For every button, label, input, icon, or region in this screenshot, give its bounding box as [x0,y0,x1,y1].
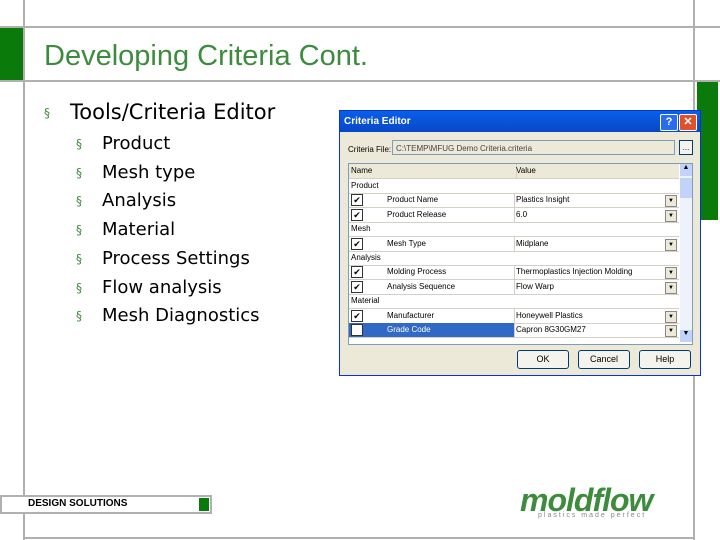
help-button[interactable]: Help [639,350,691,369]
criteria-value[interactable]: Honeywell Plastics [516,309,676,323]
sub-bullet: § Mesh type [76,162,195,183]
scroll-up-icon[interactable]: ▲ [680,164,692,176]
criteria-value[interactable]: 6.0 [516,208,676,222]
accent-block [0,28,23,80]
checkbox[interactable]: ✔ [351,208,363,221]
checkbox[interactable]: ✔ [351,309,363,322]
bullet-marker: § [76,251,82,266]
criteria-name: Grade Code [387,325,431,334]
dropdown-arrow-icon[interactable]: ▼ [665,281,677,294]
criteria-name: Molding Process [387,267,447,277]
checkbox[interactable]: ✔ [351,280,363,293]
criteria-value[interactable]: Capron 8G30GM27 [516,323,676,337]
bullet-text: Tools/Criteria Editor [70,100,276,124]
group-row[interactable]: Material [349,294,679,310]
criteria-name: Manufacturer [387,310,435,320]
criteria-grid: Name Value Product ✔ Product Name Plastics I… [348,163,693,345]
bullet-marker: § [76,165,82,180]
bullet-marker: § [44,106,50,120]
slide-title: Developing Criteria Cont. [44,40,368,72]
sub-bullet: § Mesh Diagnostics [76,305,260,326]
criteria-file-label: Criteria File: [348,145,392,154]
dropdown-arrow-icon[interactable]: ▼ [665,267,677,280]
browse-button[interactable]: ... [679,140,693,155]
footer-text: DESIGN SOLUTIONS [28,498,128,509]
criteria-row[interactable]: ✔ Product Release 6.0 ▼ [349,207,679,223]
footer-accent [199,498,209,511]
dropdown-arrow-icon[interactable]: ▼ [665,195,677,208]
group-label: Material [351,296,380,306]
group-row[interactable]: Mesh [349,222,679,238]
bullet-text: Analysis [102,190,177,212]
dialog-titlebar: Criteria Editor ? ✕ [340,111,700,132]
frame-line [0,80,720,82]
footer-box: DESIGN SOLUTIONS [0,495,212,514]
logo-tagline: plastics made perfect [538,512,647,519]
sub-bullet: § Process Settings [76,248,250,269]
sub-bullet: § Product [76,133,170,154]
scroll-thumb[interactable] [680,178,692,198]
col-name-header: Name [349,164,517,178]
criteria-row[interactable]: ✔ Analysis Sequence Flow Warp ▼ [349,279,679,295]
help-icon[interactable]: ? [660,114,678,131]
frame-line [23,537,695,539]
col-value-header: Value [516,166,536,175]
bullet-marker: § [76,280,82,295]
cancel-button[interactable]: Cancel [578,350,630,369]
dropdown-arrow-icon[interactable]: ▼ [665,209,677,222]
bullet-marker: § [76,137,82,151]
checkbox[interactable]: ✔ [351,237,363,250]
criteria-editor-dialog: Criteria Editor ? ✕ Criteria File: C:\TE… [339,110,701,376]
dropdown-arrow-icon[interactable]: ▼ [665,310,677,323]
group-row[interactable]: Analysis [349,251,679,266]
bullet-text: Mesh type [102,161,196,183]
bullet-marker: § [76,309,82,324]
grid-header: Name Value [349,164,679,179]
bullet-text: Material [102,219,176,241]
sub-bullet: § Analysis [76,190,176,211]
bullet-text: Process Settings [102,247,250,269]
criteria-value[interactable]: Plastics Insight [516,193,676,207]
criteria-file-field[interactable]: C:\TEMP\MFUG Demo Criteria.criteria [392,140,675,155]
dialog-title: Criteria Editor [344,116,411,127]
frame-line [0,26,720,28]
checkbox[interactable]: ✔ [351,266,363,279]
checkbox[interactable]: ✔ [351,194,363,207]
bullet-text: Product [102,133,171,154]
scrollbar[interactable]: ▲ ▼ [680,164,692,342]
criteria-value[interactable]: Thermoplastics Injection Molding [516,265,676,279]
sub-bullet: § Material [76,219,175,240]
bullet-text: Mesh Diagnostics [102,305,260,327]
bullet-text: Flow analysis [102,276,222,298]
criteria-row[interactable]: ✔ Product Name Plastics Insight ▼ [349,193,679,209]
dropdown-arrow-icon[interactable]: ▼ [665,325,677,337]
scroll-down-icon[interactable]: ▼ [680,330,692,342]
main-bullet: § Tools/Criteria Editor [44,100,275,124]
bullet-marker: § [76,194,82,209]
criteria-name: Product Release [387,209,447,219]
group-label: Analysis [351,253,381,262]
criteria-row[interactable]: ✔ Grade Code Capron 8G30GM27 ▼ [349,323,679,338]
criteria-row[interactable]: ✔ Manufacturer Honeywell Plastics ▼ [349,308,679,324]
criteria-name: Mesh Type [387,238,426,248]
group-label: Mesh [351,224,371,234]
close-icon[interactable]: ✕ [679,114,697,131]
bullet-marker: § [76,223,82,238]
criteria-value[interactable]: Midplane [516,237,676,251]
ok-button[interactable]: OK [517,350,569,369]
criteria-row[interactable]: ✔ Molding Process Thermoplastics Injection… [349,265,679,281]
sub-bullet: § Flow analysis [76,277,222,298]
criteria-name: Product Name [387,195,439,205]
criteria-name: Analysis Sequence [387,281,456,291]
criteria-row[interactable]: ✔ Mesh Type Midplane ▼ [349,236,679,252]
group-label: Product [351,181,379,190]
checkbox[interactable]: ✔ [351,324,363,336]
group-row[interactable]: Product [349,179,679,194]
dropdown-arrow-icon[interactable]: ▼ [665,238,677,251]
criteria-value[interactable]: Flow Warp [516,280,676,294]
